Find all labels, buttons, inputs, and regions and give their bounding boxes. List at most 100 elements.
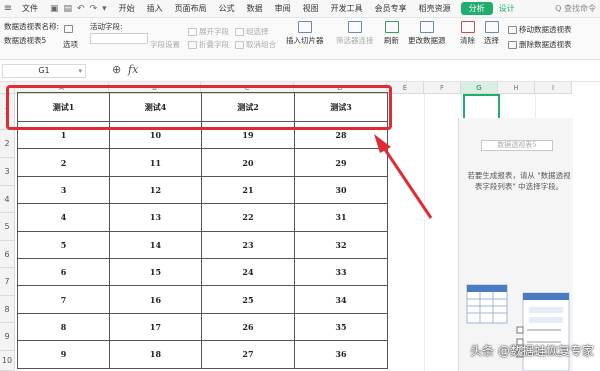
menu-developer[interactable]: 开发工具 [325,3,369,14]
move-pivot-icon [508,26,517,34]
table-cell[interactable]: 25 [201,285,295,314]
options-button[interactable] [64,24,75,33]
table-cell[interactable]: 30 [294,175,388,205]
ribbon: 数据透视表名称: 数据透视表5 选项 活动字段: 字段设置 展开字段 折叠字段 … [0,18,600,60]
column-header-h[interactable]: H [498,82,535,94]
row-header-7[interactable]: 7 [0,268,15,296]
table-cell[interactable]: 4 [17,203,110,232]
refresh-button[interactable]: 刷新 [384,21,399,46]
table-cell[interactable]: 17 [109,312,202,342]
table-cell[interactable]: 3 [17,175,110,205]
selected-cell-g1[interactable] [463,94,500,121]
table-cell[interactable]: 16 [109,285,202,314]
table-cell[interactable]: 7 [17,285,110,314]
active-field-input[interactable] [90,33,148,44]
table-cell[interactable]: 2 [17,148,110,177]
menu-member[interactable]: 会员专享 [369,3,413,14]
table-cell[interactable]: 5 [17,230,110,259]
filter-connections-button[interactable]: 筛选器连接 [336,21,374,46]
table-cell[interactable]: 26 [201,312,295,342]
expand-field-button[interactable]: 展开字段 [188,26,229,37]
menu-view[interactable]: 视图 [297,3,325,14]
cell-reference: G1 [38,66,50,75]
table-cell[interactable]: 13 [109,203,202,232]
pivot-name-value[interactable]: 数据透视表5 [4,35,46,46]
active-field-label: 活动字段: [90,22,123,31]
row-header-3[interactable]: 3 [0,158,15,186]
select-button[interactable]: 选择 [484,21,499,46]
table-cell[interactable]: 6 [17,257,110,287]
row-header-9[interactable]: 9 [0,323,15,351]
column-header-e[interactable]: E [387,82,424,94]
column-header-f[interactable]: F [424,82,461,94]
menu-docer[interactable]: 稻壳资源 [413,3,457,14]
menu-file[interactable]: 文件 [16,3,44,14]
group-icon [235,28,244,36]
table-cell[interactable]: 11 [109,148,202,177]
table-cell[interactable]: 32 [294,230,388,259]
name-box[interactable]: G1 ▾ [2,64,86,78]
menu-review[interactable]: 审阅 [269,3,297,14]
table-cell[interactable]: 23 [201,230,295,259]
insert-slicer-button[interactable]: 插入切片器 [286,21,324,46]
watermark: 头条 @数据蛙恢复专家 [470,344,594,358]
redo-icon[interactable]: ↷ [90,4,98,14]
collapse-field-button[interactable]: 折叠字段 [188,39,229,50]
change-source-button[interactable]: 更改数据源 [408,21,446,46]
undo-icon[interactable]: ↶ [77,4,85,14]
menu-home[interactable]: 开始 [113,3,141,14]
row-header-2[interactable]: 2 [0,130,15,158]
row-header-4[interactable]: 4 [0,186,15,213]
clear-button[interactable]: 清除 [460,21,475,46]
row-header-6[interactable]: 6 [0,241,15,268]
options-label[interactable]: 选项 [63,39,78,50]
menu-page-layout[interactable]: 页面布局 [169,3,213,14]
menu-formulas[interactable]: 公式 [213,3,241,14]
table-cell[interactable]: 22 [201,203,295,232]
tab-analyze[interactable]: 分析 [460,2,493,15]
table-cell[interactable]: 9 [17,340,110,369]
print-icon[interactable]: ▤ [64,4,73,14]
table-cell[interactable]: 15 [109,257,202,287]
table-cell[interactable]: 33 [294,257,388,287]
table-cell[interactable]: 8 [17,312,110,342]
quick-access-toolbar: ▣ ▤ ↶ ↷ ▾ [44,4,113,14]
move-pivot-button[interactable]: 移动数据透视表 [508,24,572,35]
pivot-placeholder-panel: 数据透视表5 若要生成报表，请从 "数据透视表字段列表" 中选择字段。 [458,118,573,371]
table-cell[interactable]: 31 [294,203,388,232]
table-cell[interactable]: 34 [294,285,388,314]
spreadsheet-grid[interactable]: A B C D E F G H I 1 2 3 4 5 6 7 8 9 10 测… [0,82,572,371]
group-selection-button[interactable]: 组选择 [235,26,269,37]
chevron-down-icon[interactable]: ▾ [78,65,82,77]
table-cell[interactable]: 20 [201,148,295,177]
column-header-i[interactable]: I [535,82,572,94]
chevron-down-icon[interactable]: ▾ [102,4,107,14]
save-icon[interactable]: ▣ [50,4,59,14]
pivot-table: 测试1 测试4 测试2 测试3 1 10 19 28 2 11 20 29 3 12 21 30 … [17,92,388,369]
row-header-5[interactable]: 5 [0,213,15,241]
table-cell[interactable]: 29 [294,148,388,177]
pivot-placeholder-title: 数据透视表5 [481,140,553,151]
table-cell[interactable]: 36 [294,340,388,369]
table-cell[interactable]: 14 [109,230,202,259]
menu-data[interactable]: 数据 [241,3,269,14]
gridline [535,94,536,118]
table-cell[interactable]: 12 [109,175,202,205]
menu-icon[interactable]: ≡ [0,3,16,14]
column-header-g[interactable]: G [461,82,498,94]
table-cell[interactable]: 18 [109,340,202,369]
tab-design[interactable]: 设计 [493,3,521,14]
field-settings-button[interactable]: 字段设置 [150,39,180,50]
table-cell[interactable]: 35 [294,312,388,342]
fx-icon[interactable]: fx [128,63,138,76]
menu-insert[interactable]: 插入 [141,3,169,14]
row-header-8[interactable]: 8 [0,296,15,323]
row-header-10[interactable]: 10 [0,351,15,371]
delete-pivot-button[interactable]: 删除数据透视表 [508,39,572,50]
command-search[interactable]: Q 查找命令 [555,3,600,14]
table-cell[interactable]: 24 [201,257,295,287]
table-cell[interactable]: 21 [201,175,295,205]
zoom-icon[interactable]: ⊕ [112,63,121,76]
ungroup-button[interactable]: 取消组合 [235,39,276,50]
table-cell[interactable]: 27 [201,340,295,369]
